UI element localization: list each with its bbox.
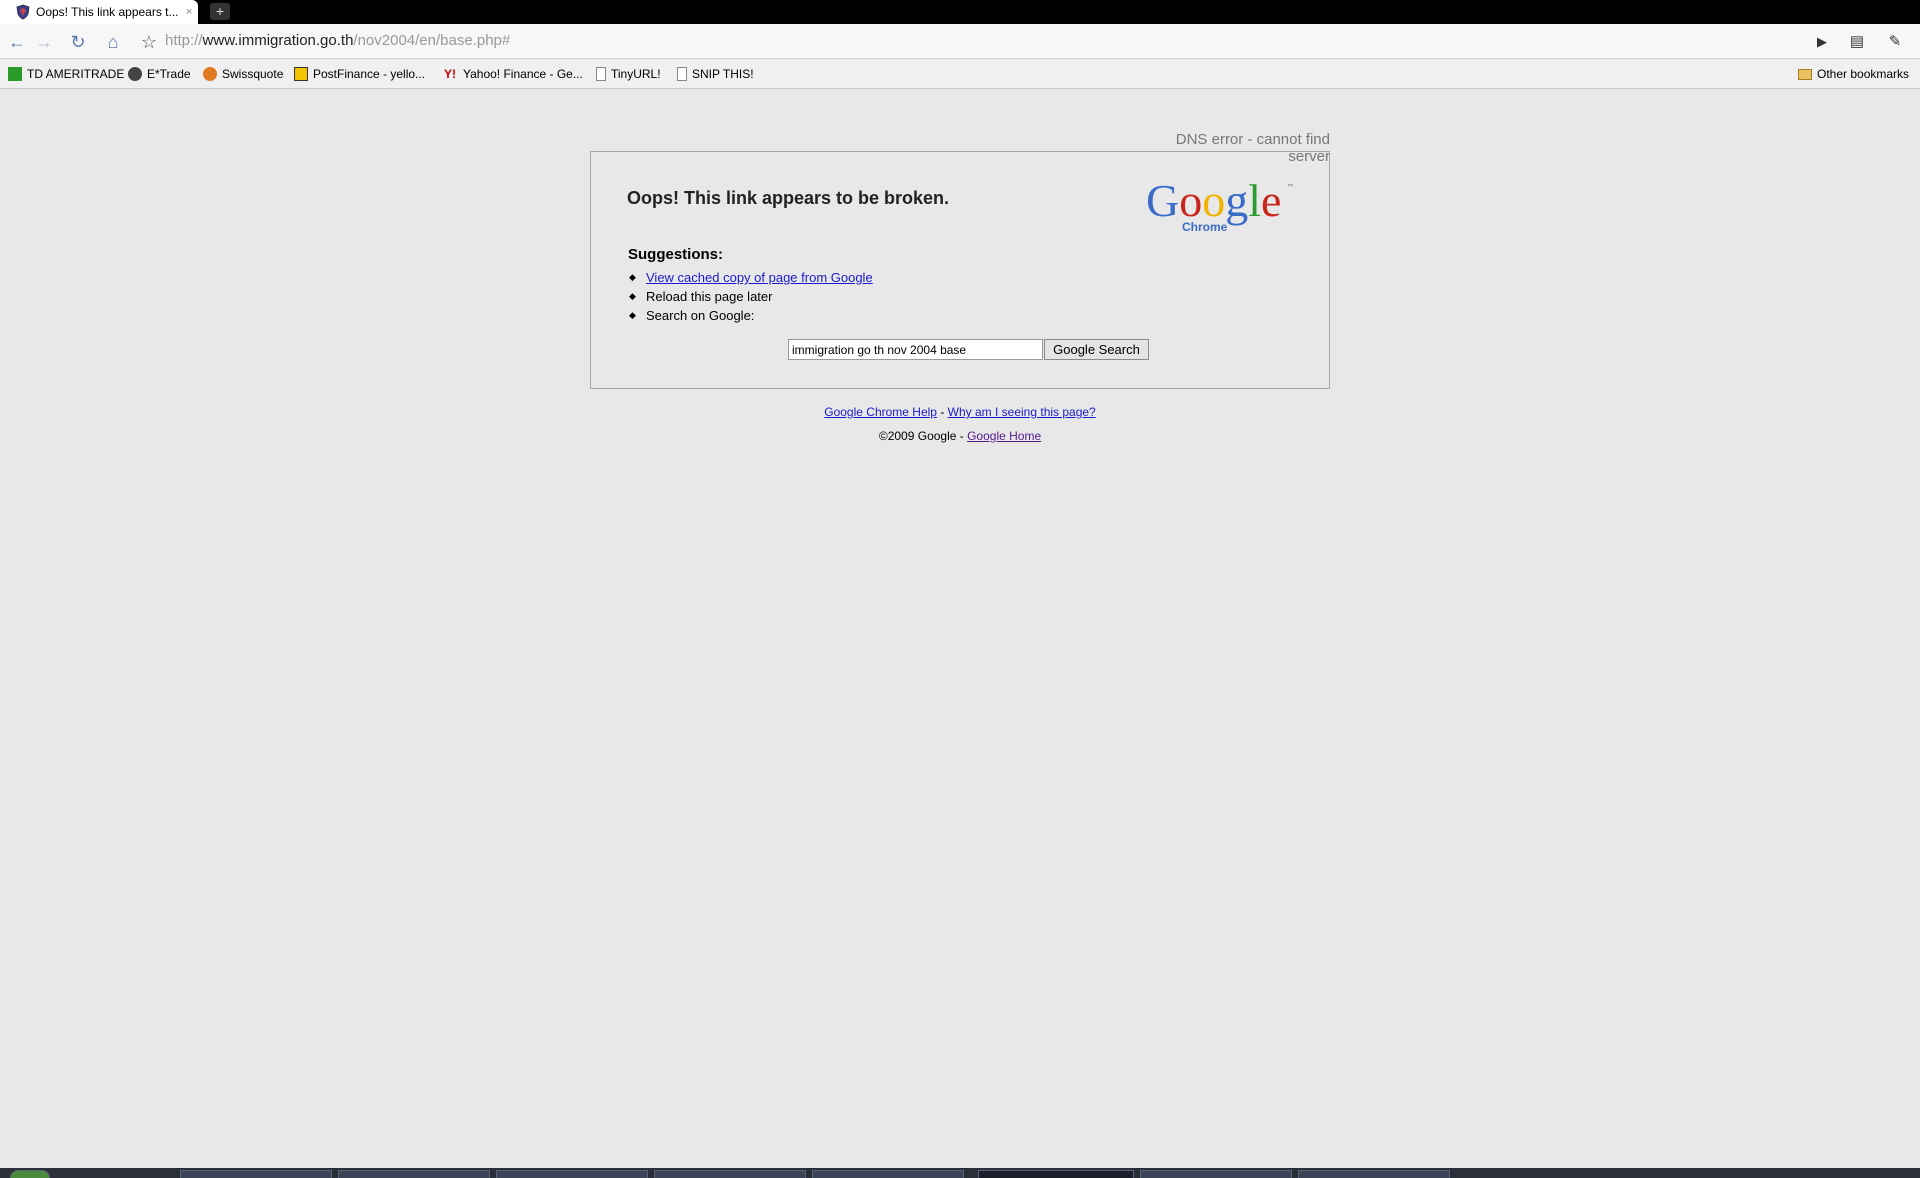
reload-icon[interactable]: ↻	[67, 31, 89, 53]
list-item: Search on Google:	[628, 306, 873, 325]
copyright-text: ©2009 Google -	[878, 429, 968, 443]
bookmark-tinyurl[interactable]: TinyURL!	[596, 66, 661, 82]
postfinance-icon	[294, 67, 308, 81]
go-icon[interactable]: ▶	[1811, 31, 1833, 53]
logo-letter: o	[1179, 175, 1202, 226]
bookmark-label: Yahoo! Finance - Ge...	[463, 67, 583, 81]
bookmark-label: Swissquote	[222, 67, 284, 81]
search-input[interactable]	[788, 339, 1043, 360]
bookmark-etrade[interactable]: E*Trade	[128, 66, 191, 82]
footer-separator: -	[936, 405, 948, 419]
bookmark-label: TD AMERITRADE	[27, 67, 125, 81]
start-button[interactable]	[10, 1170, 50, 1178]
list-item: Reload this page later	[628, 287, 873, 306]
tab-title: Oops! This link appears t...	[36, 5, 179, 19]
td-ameritrade-icon	[8, 67, 22, 81]
url-path: /nov2004/en/base.php#	[353, 32, 511, 49]
shield-favicon-icon	[16, 4, 30, 20]
page-icon	[596, 67, 606, 81]
logo-letter: e	[1261, 175, 1281, 226]
tab-strip: Oops! This link appears t... × +	[0, 0, 1920, 24]
logo-letter: o	[1202, 175, 1225, 226]
error-box: Oops! This link appears to be broken. Go…	[590, 151, 1330, 389]
page-icon	[677, 67, 687, 81]
bookmark-swissquote[interactable]: Swissquote	[203, 66, 283, 82]
wrench-menu-icon[interactable]: ✎	[1884, 31, 1906, 53]
active-tab[interactable]: Oops! This link appears t... ×	[0, 0, 198, 24]
taskbar-item[interactable]	[654, 1170, 806, 1178]
page-title: Oops! This link appears to be broken.	[627, 188, 950, 208]
logo-letter: G	[1146, 175, 1179, 226]
taskbar-item[interactable]	[1140, 1170, 1292, 1178]
page-menu-icon[interactable]: ▤	[1846, 31, 1868, 53]
footer-copyright: ©2009 Google - Google Home	[590, 429, 1330, 443]
chrome-help-link[interactable]: Google Chrome Help	[824, 405, 937, 419]
home-icon[interactable]: ⌂	[102, 31, 124, 53]
new-tab-button[interactable]: +	[210, 3, 230, 20]
taskbar-item[interactable]	[496, 1170, 648, 1178]
taskbar-item[interactable]	[812, 1170, 964, 1178]
logo-letter: l	[1248, 175, 1261, 226]
list-item: View cached copy of page from Google	[628, 268, 873, 287]
bookmark-snip-this[interactable]: SNIP THIS!	[677, 66, 754, 82]
logo-tm: ™	[1287, 183, 1293, 190]
address-bar[interactable]: http://www.immigration.go.th/nov2004/en/…	[165, 30, 1805, 52]
taskbar-item[interactable]	[338, 1170, 490, 1178]
bookmarks-bar: TD AMERITRADE E*Trade Swissquote PostFin…	[0, 60, 1920, 89]
swissquote-icon	[203, 67, 217, 81]
other-bookmarks[interactable]: Other bookmarks	[1798, 66, 1909, 82]
bookmark-td-ameritrade[interactable]: TD AMERITRADE	[8, 66, 124, 82]
logo-sub: Chrome	[1182, 220, 1228, 234]
forward-icon[interactable]: →	[33, 31, 55, 53]
url-host: www.immigration.go.th	[202, 32, 354, 49]
suggestions-heading: Suggestions:	[628, 246, 724, 263]
browser-toolbar: ← → ↻ ⌂ ☆ http://www.immigration.go.th/n…	[0, 24, 1920, 59]
etrade-icon	[128, 67, 142, 81]
footer-links: Google Chrome Help - Why am I seeing thi…	[590, 405, 1330, 419]
logo-wordmark: Google	[1146, 175, 1281, 226]
back-icon[interactable]: ←	[6, 31, 28, 53]
logo-letter: g	[1225, 175, 1248, 226]
suggestions-list: View cached copy of page from Google Rel…	[628, 268, 873, 325]
yahoo-icon: Y!	[444, 67, 456, 81]
bookmark-label: E*Trade	[147, 67, 191, 81]
bookmark-label: TinyURL!	[611, 67, 661, 81]
taskbar-item-active[interactable]	[978, 1170, 1134, 1178]
google-home-link[interactable]: Google Home	[967, 429, 1041, 443]
google-chrome-logo: Google Chrome ™	[1146, 175, 1293, 234]
os-taskbar	[0, 1168, 1920, 1178]
taskbar-item[interactable]	[1298, 1170, 1450, 1178]
star-icon[interactable]: ☆	[138, 31, 160, 53]
cached-copy-link[interactable]: View cached copy of page from Google	[646, 270, 873, 285]
bookmark-postfinance[interactable]: PostFinance - yello...	[294, 66, 425, 82]
why-seeing-link[interactable]: Why am I seeing this page?	[948, 405, 1096, 419]
tab-close-icon[interactable]: ×	[186, 6, 192, 18]
bookmark-label: PostFinance - yello...	[313, 67, 426, 81]
bookmark-yahoo-finance[interactable]: Y! Yahoo! Finance - Ge...	[444, 66, 583, 82]
bookmark-label: SNIP THIS!	[692, 67, 754, 81]
taskbar-item[interactable]	[180, 1170, 332, 1178]
url-scheme: http://	[165, 32, 203, 49]
folder-icon	[1798, 68, 1812, 80]
google-search-button[interactable]: Google Search	[1044, 339, 1149, 360]
other-bookmarks-label: Other bookmarks	[1817, 67, 1910, 81]
